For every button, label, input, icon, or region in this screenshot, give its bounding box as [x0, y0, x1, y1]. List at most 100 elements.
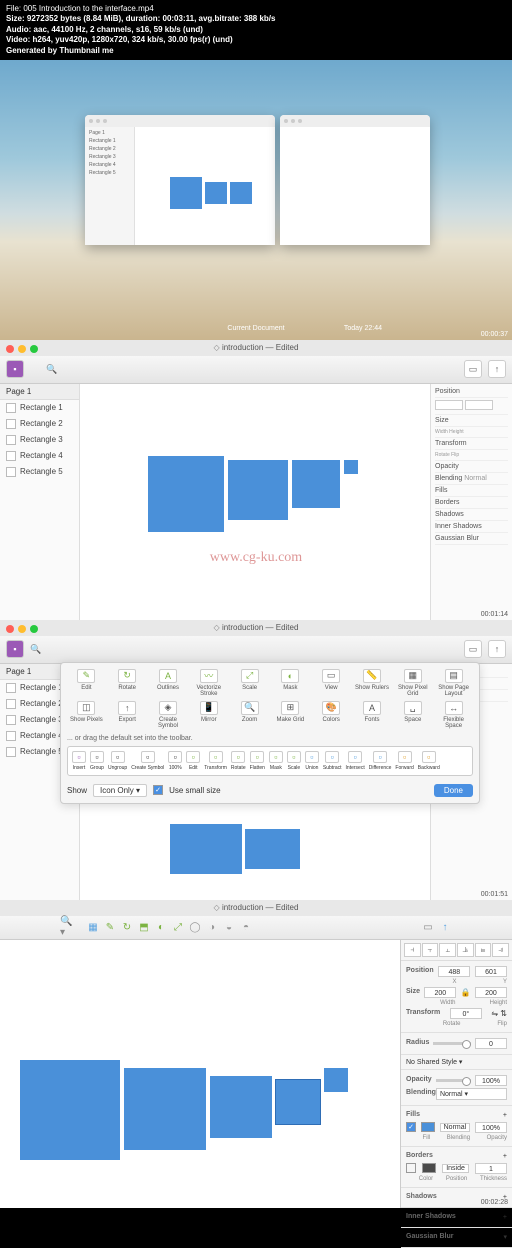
- radius-input[interactable]: 0: [475, 1038, 507, 1049]
- export-icon[interactable]: ↑: [438, 920, 452, 934]
- default-icon-group[interactable]: ▫Group: [90, 751, 104, 771]
- default-icon-insert[interactable]: ▫Insert: [72, 751, 86, 771]
- border-color-swatch[interactable]: [422, 1163, 436, 1173]
- scale-icon[interactable]: ⤢: [171, 920, 185, 934]
- fill-color-swatch[interactable]: [421, 1122, 435, 1132]
- mission-control-window-1[interactable]: Page 1Rectangle 1 Rectangle 2Rectangle 3…: [85, 115, 275, 245]
- pos-x-input[interactable]: 488: [438, 966, 470, 977]
- zoom-icon[interactable]: 🔍: [30, 644, 41, 655]
- border-enabled-checkbox[interactable]: [406, 1163, 416, 1173]
- rectangle-shape[interactable]: [20, 1060, 120, 1160]
- toolbar-icon-flexible-space[interactable]: ↔Flexible Space: [434, 701, 473, 729]
- window-controls[interactable]: [6, 345, 38, 353]
- opacity-slider[interactable]: [436, 1079, 471, 1082]
- toolbar-icon-create-symbol[interactable]: ◈Create Symbol: [149, 701, 188, 729]
- default-icon-subtract[interactable]: ▫Subtract: [323, 751, 342, 771]
- toolbar-icon-outlines[interactable]: AOutlines: [149, 669, 188, 697]
- toolbar-icon-colors[interactable]: 🎨Colors: [312, 701, 351, 729]
- rectangle-shape-selected[interactable]: [276, 1080, 320, 1124]
- rectangle-shape[interactable]: [245, 829, 300, 869]
- height-input[interactable]: 200: [475, 987, 507, 998]
- insert-button[interactable]: ▪: [6, 640, 24, 658]
- default-icon-forward[interactable]: ▫Forward: [395, 751, 413, 771]
- align-right-icon[interactable]: ⫠: [439, 943, 456, 957]
- small-size-checkbox[interactable]: ✓: [153, 785, 163, 795]
- shared-style-select[interactable]: No Shared Style: [406, 1059, 457, 1066]
- rectangle-shape[interactable]: [210, 1076, 272, 1138]
- mission-control-window-2[interactable]: [280, 115, 430, 245]
- layer-item[interactable]: Rectangle 5: [0, 464, 79, 480]
- insert-button[interactable]: ▪: [6, 360, 24, 378]
- export-button[interactable]: ↑: [488, 360, 506, 378]
- toolbar-icon-show-rulers[interactable]: 📏Show Rulers: [353, 669, 392, 697]
- view-button[interactable]: ▭: [464, 360, 482, 378]
- default-toolbar-set[interactable]: ▫Insert▫Group▫Ungroup▫Create Symbol▫100%…: [67, 746, 473, 776]
- rectangle-shape[interactable]: [124, 1068, 206, 1150]
- toolbar-icon-view[interactable]: ▭View: [312, 669, 351, 697]
- difference-icon[interactable]: ◓: [239, 920, 253, 934]
- align-left-icon[interactable]: ⫞: [404, 943, 421, 957]
- layer-item[interactable]: Rectangle 1: [0, 400, 79, 416]
- radius-slider[interactable]: [433, 1042, 471, 1045]
- width-input[interactable]: 200: [424, 987, 456, 998]
- subtract-icon[interactable]: ◑: [205, 920, 219, 934]
- layer-item[interactable]: Rectangle 3: [0, 432, 79, 448]
- default-icon-scale[interactable]: ▫Scale: [287, 751, 301, 771]
- rotate-icon[interactable]: ↻: [120, 920, 134, 934]
- fill-enabled-checkbox[interactable]: ✓: [406, 1122, 416, 1132]
- export-button[interactable]: ↑: [488, 640, 506, 658]
- default-icon-difference[interactable]: ▫Difference: [369, 751, 392, 771]
- edit-icon[interactable]: ✎: [103, 920, 117, 934]
- add-inner-shadow-icon[interactable]: +: [503, 1214, 507, 1221]
- toolbar-icon-make-grid[interactable]: ⊞Make Grid: [271, 701, 310, 729]
- align-middle-icon[interactable]: ⫢: [475, 943, 492, 957]
- rectangle-shape[interactable]: [148, 456, 224, 532]
- grid-icon[interactable]: ▦: [86, 920, 100, 934]
- layer-item[interactable]: Rectangle 4: [0, 448, 79, 464]
- toolbar-icon-vectorize-stroke[interactable]: 〰Vectorize Stroke: [189, 669, 228, 697]
- add-border-icon[interactable]: +: [503, 1153, 507, 1160]
- toolbar-icon-export[interactable]: ↑Export: [108, 701, 147, 729]
- default-icon-100%[interactable]: ▫100%: [168, 751, 182, 771]
- toolbar-icon-show-pixel-grid[interactable]: ▦Show Pixel Grid: [393, 669, 432, 697]
- page-header[interactable]: Page 1: [0, 384, 79, 400]
- rectangle-shape[interactable]: [292, 460, 340, 508]
- toolbar-icon-space[interactable]: ␣Space: [393, 701, 432, 729]
- opacity-input[interactable]: 100%: [475, 1075, 507, 1086]
- default-icon-intersect[interactable]: ▫Intersect: [346, 751, 365, 771]
- default-icon-union[interactable]: ▫Union: [305, 751, 319, 771]
- rectangle-shape[interactable]: [170, 824, 242, 874]
- align-bottom-icon[interactable]: ⫣: [492, 943, 509, 957]
- toolbar-icon-mask[interactable]: ◐Mask: [271, 669, 310, 697]
- toolbar-icon-show-pixels[interactable]: ◫Show Pixels: [67, 701, 106, 729]
- toolbar-icon-mirror[interactable]: 📱Mirror: [189, 701, 228, 729]
- toolbar-icon-edit[interactable]: ✎Edit: [67, 669, 106, 697]
- default-icon-ungroup[interactable]: ▫Ungroup: [108, 751, 127, 771]
- default-icon-rotate[interactable]: ▫Rotate: [231, 751, 246, 771]
- done-button[interactable]: Done: [434, 784, 473, 797]
- default-icon-flatten[interactable]: ▫Flatten: [250, 751, 265, 771]
- rectangle-shape[interactable]: [344, 460, 358, 474]
- zoom-icon[interactable]: 🔍: [46, 364, 57, 375]
- rectangle-shape[interactable]: [324, 1068, 348, 1092]
- mask-icon[interactable]: ◐: [154, 920, 168, 934]
- intersect-icon[interactable]: ◒: [222, 920, 236, 934]
- align-top-icon[interactable]: ⫡: [457, 943, 474, 957]
- view-button[interactable]: ▭: [464, 640, 482, 658]
- view-icon[interactable]: ▭: [421, 920, 435, 934]
- rotate-input[interactable]: 0°: [450, 1008, 482, 1019]
- align-center-icon[interactable]: ⫟: [422, 943, 439, 957]
- canvas[interactable]: [80, 384, 430, 620]
- rectangle-shape[interactable]: [228, 460, 288, 520]
- blending-select[interactable]: Normal ▾: [436, 1088, 507, 1100]
- default-icon-backward[interactable]: ▫Backward: [418, 751, 440, 771]
- pos-y-input[interactable]: 601: [475, 966, 507, 977]
- union-icon[interactable]: ◯: [188, 920, 202, 934]
- flatten-icon[interactable]: ⬒: [137, 920, 151, 934]
- show-select[interactable]: Icon Only ▾: [93, 784, 147, 797]
- default-icon-edit[interactable]: ▫Edit: [186, 751, 200, 771]
- toolbar-icon-fonts[interactable]: AFonts: [353, 701, 392, 729]
- default-icon-mask[interactable]: ▫Mask: [269, 751, 283, 771]
- window-controls[interactable]: [6, 625, 38, 633]
- toolbar-icon-show-page-layout[interactable]: ▤Show Page Layout: [434, 669, 473, 697]
